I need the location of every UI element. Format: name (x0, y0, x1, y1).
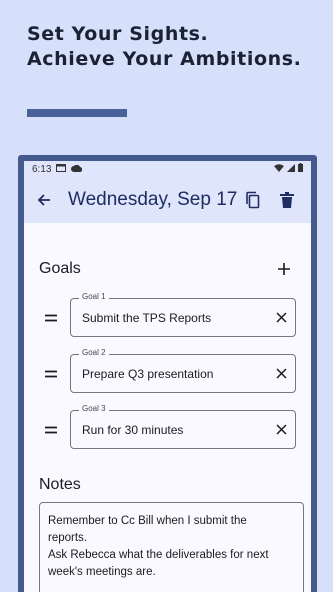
drag-handle-icon[interactable] (39, 370, 63, 378)
app-screen: 6:13 Wednesday, Sep 17 Goals Goal 1 Subm… (24, 161, 311, 592)
notes-line: Ask Rebecca what the deliverables for ne… (48, 549, 269, 561)
accent-bar (27, 109, 127, 117)
clear-icon[interactable] (276, 420, 287, 439)
signal-icon (287, 163, 295, 175)
battery-icon (298, 163, 303, 175)
copy-icon[interactable] (241, 188, 265, 212)
phone-frame: 6:13 Wednesday, Sep 17 Goals Goal 1 Subm… (18, 155, 317, 592)
delete-icon[interactable] (275, 188, 299, 212)
goals-title: Goals (39, 260, 81, 277)
notes-line: Remember to Cc Bill when I submit the (48, 515, 247, 527)
status-time: 6:13 (32, 163, 52, 175)
notes-title: Notes (39, 476, 81, 493)
goal-row-1: Goal 1 Submit the TPS Reports (39, 292, 296, 337)
promo-headline-line1: Set Your Sights. (27, 23, 209, 45)
clear-icon[interactable] (276, 308, 287, 327)
add-goal-icon[interactable] (272, 257, 296, 281)
goal-label-2: Goal 2 (79, 348, 109, 357)
clear-icon[interactable] (276, 364, 287, 383)
goal-row-3: Goal 3 Run for 30 minutes (39, 404, 296, 449)
cloud-icon (71, 164, 83, 175)
notes-line: reports. (48, 532, 87, 544)
app-bar: Wednesday, Sep 17 (24, 177, 311, 223)
notes-textarea[interactable]: Remember to Cc Bill when I submit the re… (39, 502, 304, 592)
goal-row-2: Goal 2 Prepare Q3 presentation (39, 348, 296, 393)
notes-line: week's meetings are. (48, 566, 156, 578)
goal-label-1: Goal 1 (79, 292, 109, 301)
calendar-icon (56, 163, 67, 175)
promo-headline-line2: Achieve Your Ambitions. (27, 48, 302, 70)
back-arrow-icon[interactable] (32, 188, 56, 212)
goals-header: Goals (39, 257, 296, 281)
drag-handle-icon[interactable] (39, 426, 63, 434)
goal-field-2[interactable]: Goal 2 Prepare Q3 presentation (70, 348, 296, 393)
promo-headline: Set Your Sights. Achieve Your Ambitions. (27, 22, 301, 72)
goal-label-3: Goal 3 (79, 404, 109, 413)
wifi-icon (274, 163, 284, 175)
content-area: Goals Goal 1 Submit the TPS Reports Goal… (24, 257, 311, 592)
goal-value-1[interactable]: Submit the TPS Reports (82, 311, 276, 325)
goal-value-3[interactable]: Run for 30 minutes (82, 423, 276, 437)
status-bar: 6:13 (24, 161, 311, 177)
goal-value-2[interactable]: Prepare Q3 presentation (82, 367, 276, 381)
goal-field-1[interactable]: Goal 1 Submit the TPS Reports (70, 292, 296, 337)
drag-handle-icon[interactable] (39, 314, 63, 322)
page-title: Wednesday, Sep 17 (68, 189, 238, 210)
goal-field-3[interactable]: Goal 3 Run for 30 minutes (70, 404, 296, 449)
